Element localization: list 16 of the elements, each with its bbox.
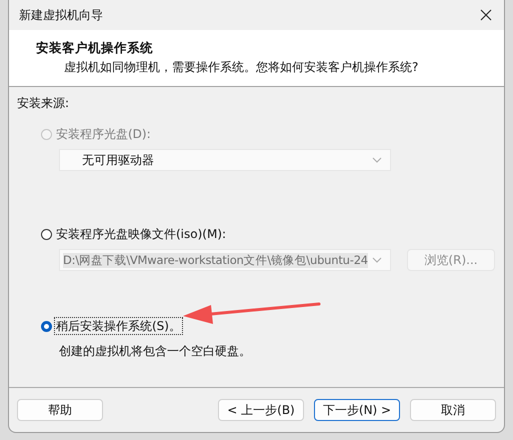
dialog-button[interactable]: 取消 <box>410 399 496 421</box>
dialog-button[interactable]: 帮助 <box>17 399 103 421</box>
dialog-button[interactable]: < 上一步(B) <box>218 399 304 421</box>
radio-button[interactable] <box>41 320 52 332</box>
radio-button[interactable] <box>41 228 52 240</box>
header-subtitle: 虚拟机如同物理机，需要操作系统。您将如何安装客户机操作系统? <box>63 59 420 76</box>
dialog-button[interactable]: 下一步(N) > <box>314 399 400 421</box>
chevron-down-icon <box>372 157 382 163</box>
chevron-down-icon <box>372 257 382 263</box>
radio-label[interactable]: 安装程序光盘映像文件(iso)(M): <box>55 226 228 242</box>
window-title: 新建虚拟机向导 <box>19 6 103 24</box>
option-note: 创建的虚拟机将包含一个空白硬盘。 <box>59 343 252 359</box>
source-label: 安装来源: <box>17 95 70 111</box>
close-icon[interactable] <box>480 9 492 21</box>
header-title: 安装客户机操作系统 <box>36 40 154 56</box>
radio-label[interactable]: 稍后安装操作系统(S)。 <box>55 318 182 334</box>
